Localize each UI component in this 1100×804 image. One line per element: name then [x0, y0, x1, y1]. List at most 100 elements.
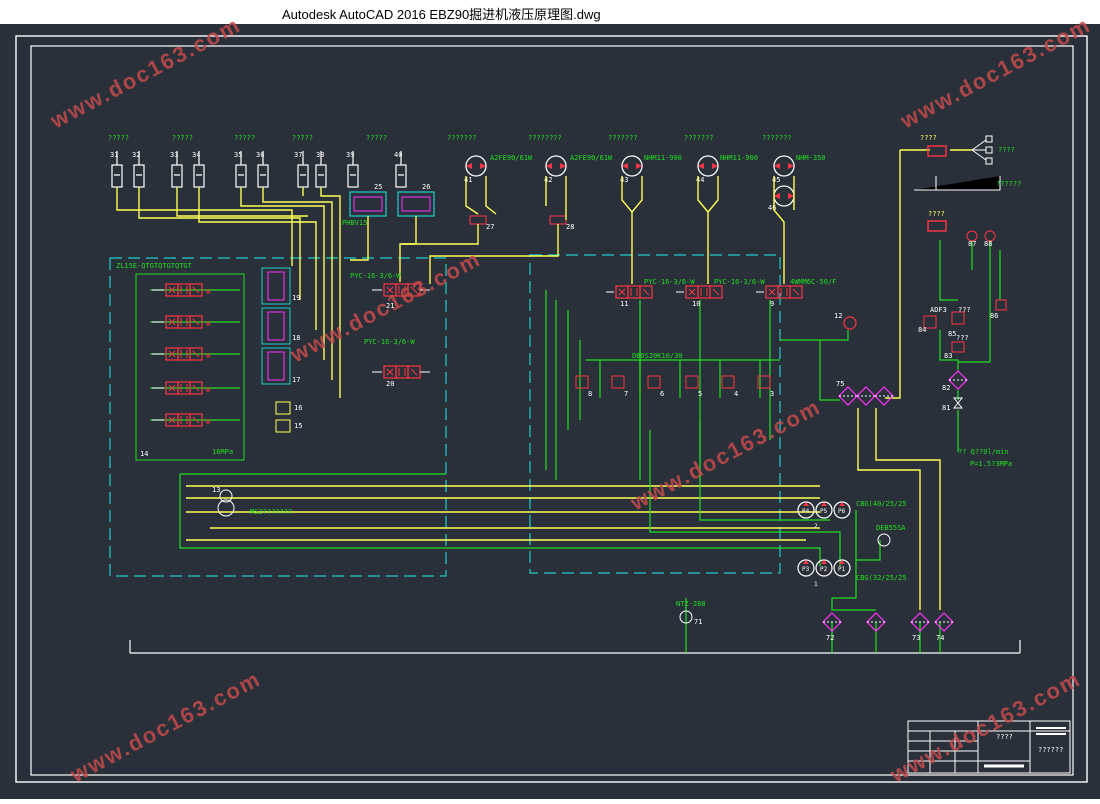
svg-text:27: 27	[486, 223, 494, 231]
svg-text:32: 32	[132, 151, 140, 159]
drawing-canvas[interactable]: ????? ????? ????? ????? ????? ??????? ??…	[0, 12, 1100, 799]
window-titlebar: Autodesk AutoCAD 2016 EBZ90掘进机液压原理图.dwg	[0, 0, 1100, 24]
svg-text:13: 13	[212, 486, 220, 494]
svg-text:87: 87	[968, 240, 976, 248]
pressure-gauge-12[interactable]	[843, 316, 857, 330]
svg-text:NHM-350: NHM-350	[796, 154, 826, 162]
water-circuit[interactable]	[914, 135, 1007, 409]
svg-text:14: 14	[140, 450, 148, 458]
svg-text:71: 71	[694, 618, 702, 626]
svg-text:73: 73	[912, 634, 920, 642]
svg-text:?????: ?????	[234, 134, 255, 142]
svg-text:82: 82	[942, 384, 950, 392]
svg-text:31: 31	[110, 151, 118, 159]
svg-text:28: 28	[566, 223, 574, 231]
svg-text:8: 8	[588, 390, 592, 398]
label-zl: ZL15E-QTGTQTGTQTGT	[116, 262, 193, 270]
drawing-border-inner	[30, 45, 1074, 776]
relief-valves[interactable]	[575, 375, 771, 389]
svg-text:15: 15	[294, 422, 302, 430]
svg-text:4WMM6C-50/F: 4WMM6C-50/F	[790, 278, 836, 286]
svg-text:????: ????	[998, 146, 1015, 154]
svg-text:???: ???	[956, 334, 969, 342]
svg-text:41: 41	[464, 176, 472, 184]
svg-text:DEB55SA: DEB55SA	[876, 524, 906, 532]
svg-text:???????: ???????	[762, 134, 792, 142]
svg-text:44: 44	[696, 176, 704, 184]
svg-text:5: 5	[698, 390, 702, 398]
svg-text:11: 11	[620, 300, 628, 308]
window-title: Autodesk AutoCAD 2016 EBZ90掘进机液压原理图.dwg	[282, 7, 601, 22]
title-block-text-2: ??????	[1038, 746, 1063, 754]
motors[interactable]	[465, 155, 795, 207]
svg-text:72: 72	[826, 634, 834, 642]
svg-text:NHM11-900: NHM11-900	[644, 154, 682, 162]
svg-text:81: 81	[942, 404, 950, 412]
speed-valves-27-28[interactable]	[469, 215, 567, 225]
svg-text:PYC-16-3/6-W: PYC-16-3/6-W	[714, 278, 765, 286]
svg-text:?????: ?????	[108, 134, 129, 142]
tank-line	[129, 640, 1021, 654]
svg-text:16MPa: 16MPa	[212, 448, 233, 456]
balance-valves[interactable]	[261, 267, 291, 433]
svg-text:12: 12	[834, 312, 842, 320]
svg-text:CBG(40/25/25: CBG(40/25/25	[856, 500, 907, 508]
svg-text:10: 10	[692, 300, 700, 308]
svg-text:????: ????	[928, 210, 945, 218]
hydraulic-schematic[interactable]: ????? ????? ????? ????? ????? ??????? ??…	[0, 24, 1100, 799]
svg-text:4: 4	[734, 390, 738, 398]
svg-text:38: 38	[316, 151, 324, 159]
svg-text:P2: P2	[820, 566, 828, 573]
svg-text:?????: ?????	[366, 134, 387, 142]
svg-text:9: 9	[770, 300, 774, 308]
svg-text:74: 74	[936, 634, 944, 642]
svg-text:P4: P4	[802, 508, 810, 515]
svg-text:???????: ???????	[447, 134, 477, 142]
svg-text:43: 43	[620, 176, 628, 184]
svg-text:3: 3	[770, 390, 774, 398]
svg-text:ADF3: ADF3	[930, 306, 947, 314]
svg-text:PYC-16-3/6-W: PYC-16-3/6-W	[644, 278, 695, 286]
svg-text:???????: ???????	[608, 134, 638, 142]
svg-text:DBDS20K10/30: DBDS20K10/30	[632, 352, 683, 360]
label-26: 26	[422, 183, 430, 191]
svg-text:P6: P6	[838, 508, 846, 515]
svg-text:W: W	[206, 352, 211, 360]
svg-text:P5: P5	[820, 508, 828, 515]
svg-text:PYC-16-3/6-W: PYC-16-3/6-W	[350, 272, 401, 280]
multiway-valve-frame	[135, 273, 245, 461]
svg-text:86: 86	[990, 312, 998, 320]
svg-text:2: 2	[814, 523, 818, 530]
svg-text:W: W	[206, 320, 211, 328]
svg-text:PYC-16-3/6-W: PYC-16-3/6-W	[364, 338, 415, 346]
svg-text:39: 39	[346, 151, 354, 159]
svg-text:W: W	[206, 418, 211, 426]
svg-text:37: 37	[294, 151, 302, 159]
cylinder-numbers: 31 32 33 34 35 36 37 38 39 40	[110, 151, 402, 159]
svg-text:34: 34	[192, 151, 200, 159]
svg-text:36: 36	[256, 151, 264, 159]
label-phbv: PHBV15	[342, 219, 367, 227]
top-group-labels: ????? ????? ????? ????? ????? ??????? ??…	[108, 134, 792, 142]
svg-text:17: 17	[292, 376, 300, 384]
svg-text:16: 16	[294, 404, 302, 412]
svg-text:CBG(32/25/25: CBG(32/25/25	[856, 574, 907, 582]
svg-text:A2FE90/61W: A2FE90/61W	[570, 154, 613, 162]
svg-text:MS2???????: MS2???????	[250, 508, 292, 516]
svg-text:20: 20	[386, 380, 394, 388]
svg-text:????: ????	[920, 134, 937, 142]
multiway-valves[interactable]	[165, 283, 803, 427]
svg-text:W: W	[206, 386, 211, 394]
svg-text:P=1.5?3MPa: P=1.5?3MPa	[970, 460, 1012, 468]
svg-text:1: 1	[814, 581, 818, 588]
svg-text:??????: ??????	[996, 180, 1021, 188]
svg-text:85: 85	[948, 330, 956, 338]
return-lines	[150, 240, 1001, 653]
svg-text:????????: ????????	[528, 134, 562, 142]
svg-text:NHM11-900: NHM11-900	[720, 154, 758, 162]
svg-text:33: 33	[170, 151, 178, 159]
svg-text:83: 83	[944, 352, 952, 360]
svg-text:88: 88	[984, 240, 992, 248]
svg-text:P1: P1	[838, 566, 846, 573]
valve-block-25-26[interactable]	[349, 191, 435, 217]
